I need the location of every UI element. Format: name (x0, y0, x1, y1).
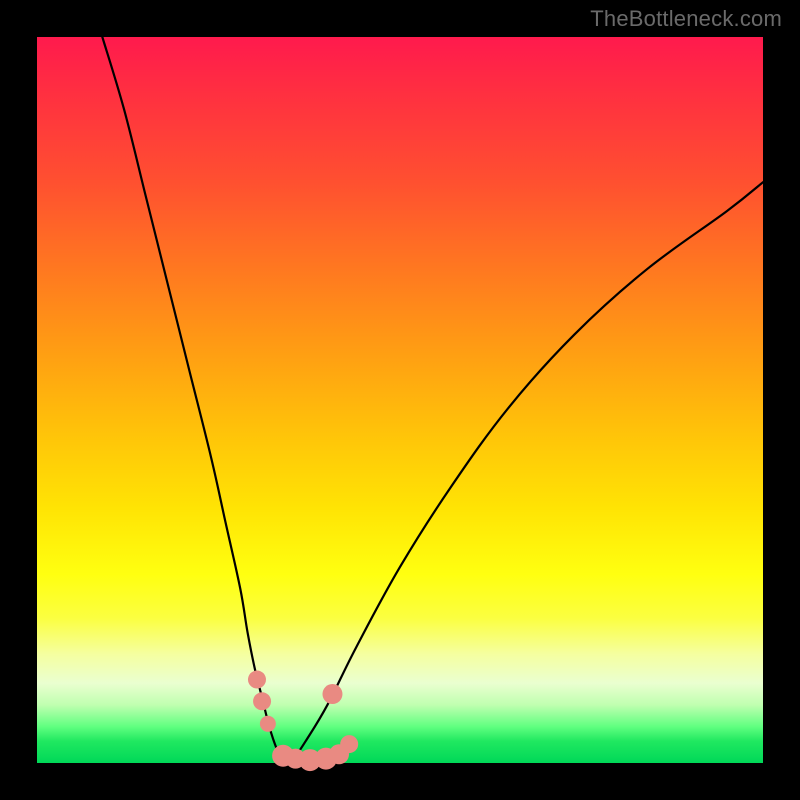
left-curve-line (102, 37, 284, 763)
chart-svg (37, 37, 763, 763)
chart-frame: TheBottleneck.com (0, 0, 800, 800)
marker-dot (253, 692, 271, 710)
marker-dots-group (248, 671, 358, 772)
marker-dot (322, 684, 342, 704)
watermark-label: TheBottleneck.com (590, 6, 782, 32)
plot-area (37, 37, 763, 763)
right-curve-line (291, 182, 763, 763)
marker-dot (340, 735, 358, 753)
marker-dot (260, 716, 276, 732)
marker-dot (248, 671, 266, 689)
